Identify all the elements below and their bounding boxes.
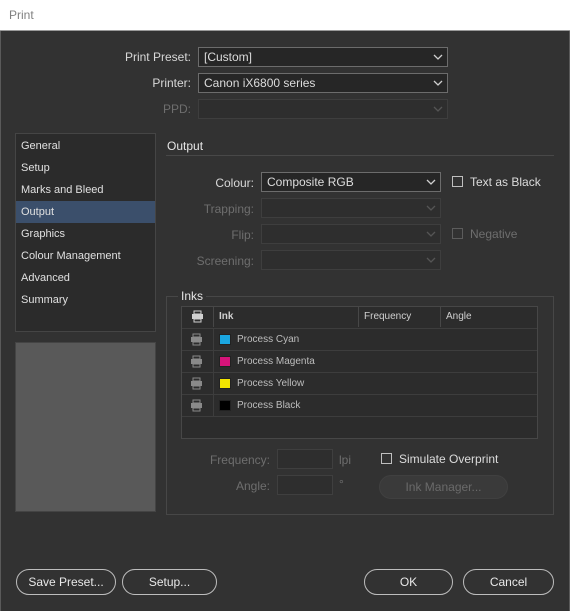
sidebar-item-summary[interactable]: Summary: [16, 289, 155, 311]
trapping-select[interactable]: [261, 198, 441, 218]
text-as-black-checkbox[interactable]: [452, 176, 463, 187]
simulate-overprint-label: Simulate Overprint: [399, 452, 499, 466]
negative-checkbox[interactable]: [452, 228, 463, 239]
sidebar-item-setup[interactable]: Setup: [16, 157, 155, 179]
cancel-button[interactable]: Cancel: [463, 569, 554, 595]
window-titlebar: Print: [0, 0, 570, 31]
ppd-select[interactable]: [198, 99, 448, 119]
page-preview: [15, 342, 156, 512]
print-preset-value: [Custom]: [204, 50, 253, 64]
frequency-label: Frequency:: [209, 453, 270, 467]
angle-input[interactable]: [277, 475, 333, 495]
table-row[interactable]: Process Cyan: [182, 328, 537, 350]
sidebar-item-colour-management[interactable]: Colour Management: [16, 245, 155, 267]
printer-icon: [192, 310, 203, 323]
colour-label: Colour:: [215, 176, 254, 190]
ink-swatch: [219, 400, 231, 411]
table-row[interactable]: Process Yellow: [182, 372, 537, 394]
save-preset-button[interactable]: Save Preset...: [16, 569, 116, 595]
chevron-down-icon: [433, 54, 443, 60]
frequency-unit: lpi: [339, 453, 352, 467]
text-as-black-label: Text as Black: [470, 175, 541, 189]
sidebar-item-output[interactable]: Output: [16, 201, 155, 223]
ink-name: Process Black: [237, 400, 301, 411]
chevron-down-icon: [433, 106, 443, 112]
frequency-column-header[interactable]: Frequency: [359, 307, 441, 327]
row-divider: [213, 395, 214, 416]
ink-column-header[interactable]: Ink: [214, 307, 359, 327]
table-row[interactable]: Process Black: [182, 394, 537, 417]
simulate-overprint-checkbox[interactable]: [381, 453, 392, 464]
print-preset-select[interactable]: [Custom]: [198, 47, 448, 67]
colour-select[interactable]: Composite RGB: [261, 172, 441, 192]
setup-button[interactable]: Setup...: [122, 569, 217, 595]
screening-label: Screening:: [196, 254, 254, 268]
ink-name: Process Yellow: [237, 378, 305, 389]
ink-swatch: [219, 378, 231, 389]
ink-name: Process Cyan: [237, 334, 300, 345]
sidebar-nav: General Setup Marks and Bleed Output Gra…: [15, 133, 156, 332]
ink-swatch: [219, 356, 231, 367]
print-preset-label: Print Preset:: [124, 50, 191, 64]
chevron-down-icon: [426, 179, 436, 185]
output-divider: [166, 155, 554, 156]
frequency-input[interactable]: [277, 449, 333, 469]
printer-icon[interactable]: [190, 355, 203, 368]
ok-button[interactable]: OK: [364, 569, 453, 595]
screening-select[interactable]: [261, 250, 441, 270]
flip-label: Flip:: [231, 228, 254, 242]
print-column-header: [182, 307, 214, 327]
printer-label: Printer:: [152, 76, 191, 90]
ink-swatch: [219, 334, 231, 345]
trapping-label: Trapping:: [203, 202, 254, 216]
sidebar-item-graphics[interactable]: Graphics: [16, 223, 155, 245]
inks-table: Ink Frequency Angle Process Cyan Process…: [181, 306, 538, 439]
inks-section-title: Inks: [178, 289, 207, 303]
row-divider: [213, 351, 214, 372]
colour-value: Composite RGB: [267, 175, 354, 189]
flip-select[interactable]: [261, 224, 441, 244]
chevron-down-icon: [426, 257, 436, 263]
printer-select[interactable]: Canon iX6800 series: [198, 73, 448, 93]
sidebar-item-marks-and-bleed[interactable]: Marks and Bleed: [16, 179, 155, 201]
printer-icon[interactable]: [190, 399, 203, 412]
chevron-down-icon: [426, 205, 436, 211]
printer-icon[interactable]: [190, 333, 203, 346]
negative-label: Negative: [470, 227, 518, 241]
ink-name: Process Magenta: [237, 356, 315, 367]
row-divider: [213, 373, 214, 394]
window-title: Print: [9, 8, 34, 22]
printer-value: Canon iX6800 series: [204, 76, 316, 90]
ppd-label: PPD:: [162, 102, 191, 116]
sidebar-item-general[interactable]: General: [16, 135, 155, 157]
printer-icon[interactable]: [190, 377, 203, 390]
table-row[interactable]: Process Magenta: [182, 350, 537, 372]
angle-unit: °: [339, 477, 344, 491]
row-divider: [213, 329, 214, 350]
chevron-down-icon: [426, 231, 436, 237]
ink-manager-button[interactable]: Ink Manager...: [379, 475, 508, 499]
angle-label: Angle:: [235, 479, 270, 493]
chevron-down-icon: [433, 80, 443, 86]
output-section-title: Output: [167, 139, 204, 153]
sidebar-item-advanced[interactable]: Advanced: [16, 267, 155, 289]
angle-column-header[interactable]: Angle: [441, 307, 537, 327]
